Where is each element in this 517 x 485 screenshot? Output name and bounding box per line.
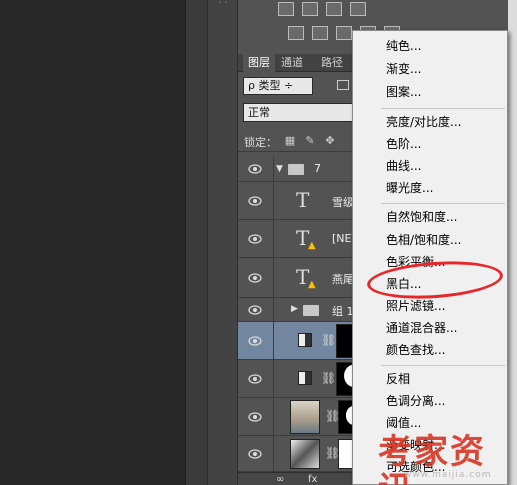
- image-filter-icon[interactable]: [337, 80, 349, 90]
- selective-color-icon[interactable]: [336, 26, 352, 40]
- menu-item-posterize[interactable]: 色调分离...: [353, 390, 507, 412]
- menu-item-pattern[interactable]: 图案...: [353, 81, 507, 103]
- visibility-eye-icon[interactable]: [248, 273, 262, 283]
- link-layers-button[interactable]: ∞: [276, 473, 284, 485]
- adjustment-layer-menu: 纯色... 渐变... 图案... 亮度/对比度... 色阶... 曲线... …: [352, 30, 508, 485]
- levels-icon[interactable]: [302, 2, 318, 16]
- visibility-eye-icon[interactable]: [248, 196, 262, 206]
- tab-paths[interactable]: 路径: [316, 54, 348, 72]
- watermark: 考家资讯 www.maijia.com: [378, 433, 517, 485]
- menu-item-gradient[interactable]: 渐变...: [353, 58, 507, 80]
- visibility-eye-icon[interactable]: [248, 336, 262, 346]
- visibility-eye-icon[interactable]: [248, 412, 262, 422]
- layer-name: 雪级: [332, 196, 354, 209]
- menu-item-brightness-contrast[interactable]: 亮度/对比度...: [353, 111, 507, 133]
- dock-grip-icon[interactable]: · ·: [208, 0, 238, 8]
- lock-label: 锁定：: [244, 136, 277, 149]
- folder-icon: [303, 305, 319, 316]
- menu-item-exposure[interactable]: 曝光度...: [353, 177, 507, 199]
- fx-button[interactable]: fx: [308, 473, 317, 485]
- visibility-eye-icon[interactable]: [248, 449, 262, 459]
- visibility-eye-icon[interactable]: [248, 374, 262, 384]
- canvas-scrollbar[interactable]: [185, 0, 207, 485]
- collapse-triangle-icon[interactable]: ▶: [291, 304, 298, 314]
- menu-item-invert[interactable]: 反相: [353, 368, 507, 390]
- exposure-icon[interactable]: [350, 2, 366, 16]
- adjustment-thumbnail: [298, 371, 312, 385]
- menu-item-hue-saturation[interactable]: 色相/饱和度...: [353, 229, 507, 251]
- hue-icon[interactable]: [288, 26, 304, 40]
- visibility-eye-icon[interactable]: [248, 234, 262, 244]
- layer-name: 组 1: [332, 305, 354, 318]
- lock-position-icon[interactable]: ✥: [324, 135, 336, 147]
- photo-thumbnail: [290, 400, 320, 434]
- adjustment-thumbnail: [298, 333, 312, 347]
- lock-transparency-icon[interactable]: ▦: [284, 135, 296, 147]
- document-canvas[interactable]: [0, 0, 185, 485]
- menu-item-vibrance[interactable]: 自然饱和度...: [353, 206, 507, 228]
- link-chain-icon[interactable]: ⛓: [321, 333, 336, 347]
- menu-item-solid-color[interactable]: 纯色...: [353, 35, 507, 57]
- link-chain-icon[interactable]: ⛓: [321, 371, 336, 385]
- visibility-eye-icon[interactable]: [248, 164, 262, 174]
- text-layer-icon: T: [296, 188, 310, 212]
- blend-mode-select[interactable]: 正常: [243, 103, 353, 122]
- panel-dock: · ·: [207, 0, 237, 485]
- menu-item-curves[interactable]: 曲线...: [353, 155, 507, 177]
- brightness-icon[interactable]: [278, 2, 294, 16]
- layer-filter-select[interactable]: ρ 类型 ÷: [243, 77, 313, 95]
- menu-item-color-lookup[interactable]: 颜色查找...: [353, 339, 507, 361]
- document-edge: [508, 0, 517, 485]
- folder-icon: [288, 164, 304, 175]
- layer-name: 7: [314, 162, 321, 175]
- menu-separator: [381, 365, 505, 366]
- photo-thumbnail: [290, 439, 320, 469]
- expand-triangle-icon[interactable]: ▼: [276, 164, 283, 174]
- gradient-map-icon[interactable]: [312, 26, 328, 40]
- warning-icon: ▲: [308, 240, 316, 251]
- menu-item-channel-mixer[interactable]: 通道混合器...: [353, 317, 507, 339]
- menu-item-levels[interactable]: 色阶...: [353, 133, 507, 155]
- menu-separator: [381, 108, 505, 109]
- curves-icon[interactable]: [326, 2, 342, 16]
- menu-item-threshold[interactable]: 阈值...: [353, 412, 507, 434]
- tab-channels[interactable]: 通道: [276, 54, 308, 72]
- tab-layers[interactable]: 图层: [243, 54, 275, 72]
- warning-icon: ▲: [308, 279, 316, 290]
- visibility-eye-icon[interactable]: [248, 305, 262, 315]
- lock-pixels-icon[interactable]: ✎: [304, 135, 316, 147]
- layer-name: 燕尾: [332, 273, 354, 286]
- menu-separator: [381, 203, 505, 204]
- watermark-url: www.maijia.com: [404, 470, 492, 480]
